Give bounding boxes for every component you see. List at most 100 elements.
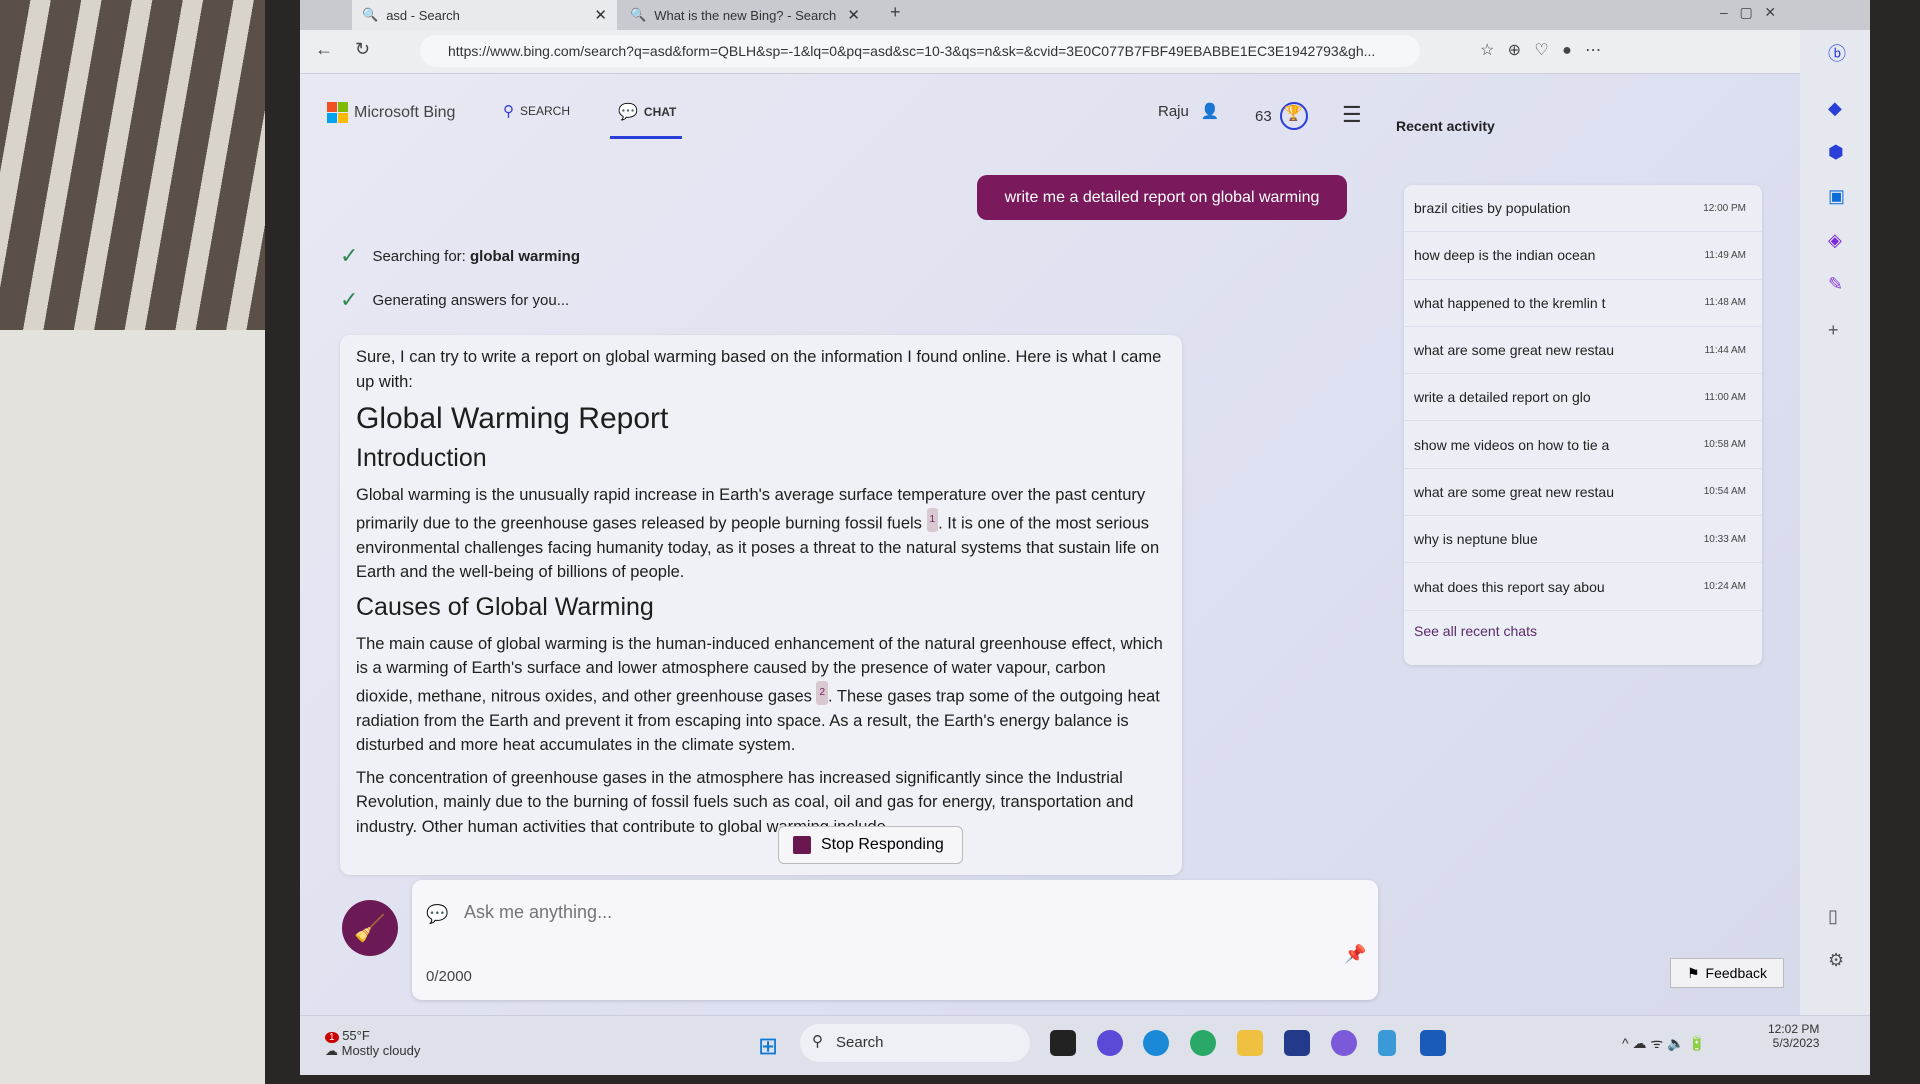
back-icon[interactable]: ← — [315, 39, 333, 60]
recent-chat-time: 11:00 AM — [1704, 391, 1746, 403]
recent-chat-label: what are some great new restau — [1414, 342, 1614, 359]
tag-icon[interactable]: ◆ — [1828, 98, 1842, 119]
chat-icon: 💬 — [618, 104, 638, 121]
trophy-icon: 🏆 — [1279, 102, 1308, 130]
feedback-icon: ⚑ — [1686, 964, 1700, 981]
user-menu[interactable]: Raju 👤 — [1158, 102, 1220, 121]
recent-chat-item[interactable]: how deep is the indian ocean 11:49 AM — [1404, 232, 1762, 280]
close-tab-icon[interactable]: ✕ — [594, 6, 607, 24]
nav-chat[interactable]: 💬 CHAT — [618, 102, 676, 122]
recent-chat-label: what are some great new restau — [1414, 483, 1614, 500]
window-controls[interactable]: – ▢ ✕ — [1720, 4, 1776, 21]
file-explorer-icon[interactable] — [1237, 1030, 1263, 1056]
user-icon: 👤 — [1200, 103, 1220, 120]
search-icon: 🔍 — [630, 7, 647, 22]
outlook-icon[interactable]: ▣ — [1828, 186, 1845, 207]
citation-2[interactable]: 2 — [816, 680, 829, 705]
recent-chat-item[interactable]: write a detailed report on glo 11:00 AM — [1404, 374, 1762, 422]
broom-icon: 🧹 — [353, 912, 387, 943]
recent-chat-time: 11:48 AM — [1704, 297, 1746, 309]
system-tray-icons[interactable]: ^ ☁ ᯤ 🔈 🔋 — [1622, 1034, 1706, 1053]
recent-chat-time: 10:58 AM — [1703, 439, 1746, 451]
browser-toolbar-icons[interactable]: ☆ ⊕ ♡ ● ⋯ — [1480, 40, 1601, 60]
recent-activity-panel: brazil cities by population 12:00 PM how d… — [1404, 185, 1762, 665]
rewards[interactable]: 63 🏆 — [1255, 102, 1308, 130]
recent-chat-label: what does this report say abou — [1414, 578, 1605, 595]
tab-new-bing[interactable]: 🔍 What is the new Bing? - Search ✕ — [620, 0, 870, 30]
chat-input[interactable] — [464, 902, 1264, 923]
games-icon[interactable]: ◈ — [1828, 230, 1842, 251]
section-heading: Introduction — [356, 444, 487, 472]
hamburger-menu-icon[interactable]: ☰ — [1342, 102, 1362, 128]
bing-logo[interactable]: Microsoft Bing — [327, 102, 455, 123]
recent-chat-label: show me videos on how to tie a — [1414, 436, 1610, 453]
check-icon: ✓ — [340, 287, 359, 312]
recent-chat-label: why is neptune blue — [1414, 531, 1538, 548]
pin-icon[interactable]: 📌 — [1344, 944, 1366, 965]
store-icon[interactable] — [1284, 1030, 1310, 1056]
recent-chat-label: brazil cities by population — [1414, 200, 1571, 217]
citation-1[interactable]: 1 — [926, 507, 939, 532]
teams-icon[interactable] — [1097, 1030, 1123, 1056]
recent-chat-label: how deep is the indian ocean — [1414, 247, 1596, 264]
add-icon[interactable]: + — [1828, 320, 1839, 341]
section-heading: Causes of Global Warming — [356, 592, 654, 621]
weather-widget[interactable]: 1 55°F ☁ Mostly cloudy — [325, 1028, 420, 1059]
recent-chat-label: write a detailed report on glo — [1414, 389, 1591, 406]
designer-icon[interactable]: ✎ — [1828, 274, 1843, 295]
taskbar: 1 55°F ☁ Mostly cloudy ⊞ ⚲ Search ^ ☁ ᯤ 🔈 … — [300, 1015, 1870, 1075]
recent-chat-time: 10:24 AM — [1703, 581, 1746, 593]
recent-chat-item[interactable]: what happened to the kremlin t 11:48 AM — [1404, 280, 1762, 327]
status-searching: ✓ Searching for: global warming — [340, 243, 581, 268]
new-tab-icon[interactable]: + — [890, 2, 901, 23]
search-icon: 🔍 — [362, 7, 379, 22]
tools-icon[interactable]: ⬢ — [1828, 142, 1844, 163]
notepad-icon[interactable] — [1378, 1030, 1396, 1056]
feedback-button[interactable]: ⚑ Feedback — [1670, 958, 1784, 988]
recent-chat-label: what happened to the kremlin t — [1414, 294, 1606, 311]
url-input[interactable]: https://www.bing.com/search?q=asd&form=Q… — [420, 35, 1420, 67]
active-tab-indicator — [610, 136, 682, 139]
user-message: write me a detailed report on global war… — [977, 175, 1347, 220]
windows-start-icon[interactable]: ⊞ — [758, 1032, 778, 1061]
clock[interactable]: 12:02 PM 5/3/2023 — [1768, 1022, 1819, 1050]
edge-sidebar: ⓑ ◆ ⬢ ▣ ◈ ✎ + ▯ ⚙ — [1800, 30, 1870, 1015]
tab-asd-search[interactable]: 🔍 asd - Search ✕ — [352, 0, 617, 30]
copilot-icon[interactable] — [1331, 1030, 1357, 1056]
settings-icon[interactable]: ⚙ — [1828, 950, 1844, 971]
microsoft-logo-icon — [327, 102, 348, 123]
recent-chat-item[interactable]: show me videos on how to tie a 10:58 AM — [1404, 421, 1762, 469]
recent-chat-item[interactable]: what are some great new restau 11:44 AM — [1404, 327, 1762, 375]
recent-chat-item[interactable]: why is neptune blue 10:33 AM — [1404, 516, 1762, 564]
report-title: Global Warming Report — [356, 402, 669, 435]
recent-chat-item[interactable]: what are some great new restau 10:54 AM — [1404, 469, 1762, 517]
photo-background — [0, 0, 265, 1084]
split-view-icon[interactable]: ▯ — [1828, 906, 1838, 927]
stop-responding-button[interactable]: Stop Responding — [778, 826, 963, 864]
address-bar: ← ↻ https://www.bing.com/search?q=asd&fo… — [300, 30, 1870, 74]
tab-bar: 🔍 asd - Search ✕ 🔍 What is the new Bing? - … — [300, 0, 1870, 30]
recent-chat-time: 11:49 AM — [1704, 249, 1746, 261]
search-icon: ⚲ — [812, 1033, 823, 1050]
recent-chat-time: 10:54 AM — [1703, 486, 1746, 498]
see-all-recent-chats-link[interactable]: See all recent chats — [1404, 611, 1762, 651]
check-icon: ✓ — [340, 243, 359, 268]
task-view-icon[interactable] — [1050, 1030, 1076, 1056]
cloud-icon: ☁ — [325, 1043, 338, 1058]
word-icon[interactable] — [1420, 1030, 1446, 1056]
new-topic-button[interactable]: 🧹 — [342, 900, 398, 956]
recent-chat-item[interactable]: what does this report say abou 10:24 AM — [1404, 563, 1762, 611]
close-tab-icon[interactable]: ✕ — [847, 6, 860, 24]
search-icon: ⚲ — [503, 103, 514, 120]
nav-search[interactable]: ⚲ SEARCH — [503, 102, 570, 120]
edge-icon[interactable] — [1143, 1030, 1169, 1056]
refresh-icon[interactable]: ↻ — [355, 39, 370, 60]
recent-chat-time: 12:00 PM — [1703, 202, 1746, 214]
bing-chat-icon[interactable]: ⓑ — [1828, 40, 1846, 66]
screen: 🔍 asd - Search ✕ 🔍 What is the new Bing? - … — [300, 0, 1870, 1075]
taskbar-search[interactable]: ⚲ Search — [800, 1024, 1030, 1062]
recent-chat-time: 10:33 AM — [1703, 533, 1746, 545]
edge-dev-icon[interactable] — [1190, 1030, 1216, 1056]
recent-chat-item[interactable]: brazil cities by population 12:00 PM — [1404, 185, 1762, 233]
status-generating: ✓ Generating answers for you... — [340, 287, 570, 312]
